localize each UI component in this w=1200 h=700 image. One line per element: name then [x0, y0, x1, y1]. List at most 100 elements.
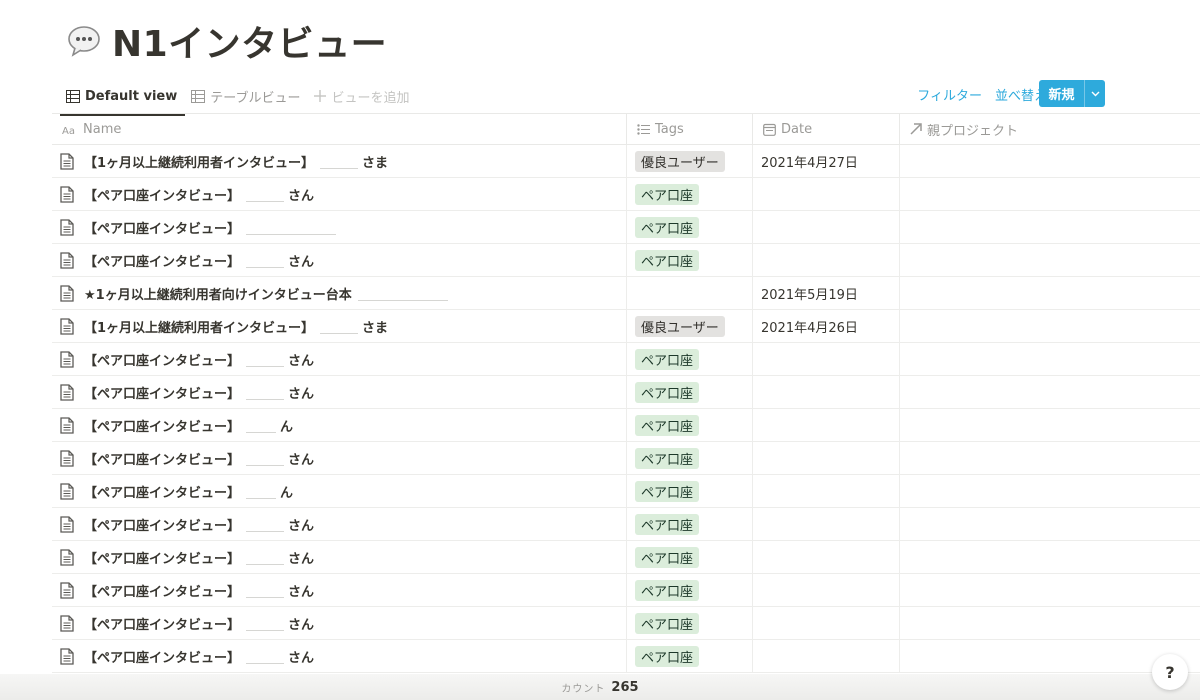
name-cell[interactable]: 【1ヶ月以上継続利用者インタビュー】 さま — [52, 310, 627, 342]
parent-project-cell[interactable] — [900, 475, 1200, 507]
date-cell[interactable]: 2021年4月26日 — [753, 310, 900, 342]
parent-project-cell[interactable] — [900, 310, 1200, 342]
name-cell[interactable]: 【ペア口座インタビュー】 さん — [52, 541, 627, 573]
date-cell[interactable] — [753, 475, 900, 507]
parent-project-cell[interactable] — [900, 409, 1200, 441]
tags-cell[interactable] — [627, 277, 753, 309]
table-row[interactable]: 【ペア口座インタビュー】 ん ペア口座 — [52, 409, 1200, 442]
date-cell[interactable] — [753, 442, 900, 474]
row-title[interactable]: 【1ヶ月以上継続利用者インタビュー】 さま — [84, 317, 388, 336]
row-title[interactable]: 【ペア口座インタビュー】 さん — [84, 449, 314, 468]
date-cell[interactable]: 2021年5月19日 — [753, 277, 900, 309]
tag-badge[interactable]: ペア口座 — [635, 249, 700, 271]
table-row[interactable]: 【ペア口座インタビュー】 さん ペア口座 — [52, 343, 1200, 376]
tag-badge[interactable]: ペア口座 — [635, 216, 700, 238]
name-cell[interactable]: ★1ヶ月以上継続利用者向けインタビュー台本 — [52, 277, 627, 309]
table-row[interactable]: 【ペア口座インタビュー】 さん ペア口座 — [52, 541, 1200, 574]
table-row[interactable]: 【ペア口座インタビュー】 ん ペア口座 — [52, 475, 1200, 508]
column-header-tags[interactable]: Tags — [627, 114, 753, 144]
column-header-name[interactable]: Aa Name — [52, 114, 627, 144]
date-cell[interactable] — [753, 541, 900, 573]
row-title[interactable]: 【ペア口座インタビュー】 さん — [84, 251, 314, 270]
table-row[interactable]: 【ペア口座インタビュー】 さん ペア口座 — [52, 607, 1200, 640]
tags-cell[interactable]: ペア口座 — [627, 541, 753, 573]
row-title[interactable]: 【ペア口座インタビュー】 さん — [84, 647, 314, 666]
column-header-parent-project[interactable]: 親プロジェクト — [900, 114, 1200, 144]
date-cell[interactable]: 2021年4月27日 — [753, 145, 900, 177]
name-cell[interactable]: 【ペア口座インタビュー】 — [52, 211, 627, 243]
tag-badge[interactable]: ペア口座 — [635, 183, 700, 205]
tag-badge[interactable]: ペア口座 — [635, 579, 700, 601]
row-title[interactable]: 【1ヶ月以上継続利用者インタビュー】 さま — [84, 152, 388, 171]
row-title[interactable]: 【ペア口座インタビュー】 さん — [84, 515, 314, 534]
tab-table-view[interactable]: テーブルビュー — [191, 81, 300, 111]
name-cell[interactable]: 【ペア口座インタビュー】 さん — [52, 178, 627, 210]
tag-badge[interactable]: ペア口座 — [635, 612, 700, 634]
name-cell[interactable]: 【ペア口座インタビュー】 さん — [52, 640, 627, 672]
parent-project-cell[interactable] — [900, 244, 1200, 276]
filter-button[interactable]: フィルター — [917, 85, 982, 104]
tag-badge[interactable]: ペア口座 — [635, 381, 700, 403]
name-cell[interactable]: 【1ヶ月以上継続利用者インタビュー】 さま — [52, 145, 627, 177]
row-title[interactable]: 【ペア口座インタビュー】 ん — [84, 482, 293, 501]
parent-project-cell[interactable] — [900, 376, 1200, 408]
tags-cell[interactable]: ペア口座 — [627, 574, 753, 606]
speech-bubble-icon[interactable] — [66, 23, 102, 59]
row-title[interactable]: 【ペア口座インタビュー】 ん — [84, 416, 293, 435]
date-cell[interactable] — [753, 409, 900, 441]
tag-badge[interactable]: 優良ユーザー — [635, 150, 725, 172]
table-row[interactable]: 【ペア口座インタビュー】 さん ペア口座 — [52, 442, 1200, 475]
table-row[interactable]: ★1ヶ月以上継続利用者向けインタビュー台本 2021年5月19日 — [52, 277, 1200, 310]
add-view-button[interactable]: ビューを追加 — [314, 81, 410, 111]
tab-default-view[interactable]: Default view — [59, 81, 186, 116]
tag-badge[interactable]: ペア口座 — [635, 348, 700, 370]
parent-project-cell[interactable] — [900, 508, 1200, 540]
name-cell[interactable]: 【ペア口座インタビュー】 ん — [52, 409, 627, 441]
row-title[interactable]: 【ペア口座インタビュー】 さん — [84, 185, 314, 204]
row-title[interactable]: 【ペア口座インタビュー】 さん — [84, 383, 314, 402]
tags-cell[interactable]: ペア口座 — [627, 607, 753, 639]
parent-project-cell[interactable] — [900, 442, 1200, 474]
date-cell[interactable] — [753, 508, 900, 540]
chevron-down-icon[interactable] — [1085, 80, 1105, 107]
tags-cell[interactable]: 優良ユーザー — [627, 145, 753, 177]
table-row[interactable]: 【ペア口座インタビュー】 さん ペア口座 — [52, 508, 1200, 541]
name-cell[interactable]: 【ペア口座インタビュー】 さん — [52, 508, 627, 540]
tag-badge[interactable]: ペア口座 — [635, 513, 700, 535]
table-row[interactable]: 【1ヶ月以上継続利用者インタビュー】 さま 優良ユーザー 2021年4月27日 — [52, 145, 1200, 178]
table-row[interactable]: 【ペア口座インタビュー】 さん ペア口座 — [52, 574, 1200, 607]
date-cell[interactable] — [753, 640, 900, 672]
tags-cell[interactable]: ペア口座 — [627, 508, 753, 540]
tag-badge[interactable]: ペア口座 — [635, 447, 700, 469]
tags-cell[interactable]: 優良ユーザー — [627, 310, 753, 342]
tag-badge[interactable]: 優良ユーザー — [635, 315, 725, 337]
table-row[interactable]: 【ペア口座インタビュー】 ペア口座 — [52, 211, 1200, 244]
tags-cell[interactable]: ペア口座 — [627, 475, 753, 507]
parent-project-cell[interactable] — [900, 607, 1200, 639]
date-cell[interactable] — [753, 376, 900, 408]
tag-badge[interactable]: ペア口座 — [635, 414, 700, 436]
name-cell[interactable]: 【ペア口座インタビュー】 さん — [52, 607, 627, 639]
row-title[interactable]: 【ペア口座インタビュー】 さん — [84, 350, 314, 369]
help-button[interactable]: ? — [1152, 654, 1188, 690]
column-header-date[interactable]: Date — [753, 114, 900, 144]
parent-project-cell[interactable] — [900, 541, 1200, 573]
date-cell[interactable] — [753, 343, 900, 375]
tags-cell[interactable]: ペア口座 — [627, 442, 753, 474]
tags-cell[interactable]: ペア口座 — [627, 343, 753, 375]
date-cell[interactable] — [753, 211, 900, 243]
table-row[interactable]: 【1ヶ月以上継続利用者インタビュー】 さま 優良ユーザー 2021年4月26日 — [52, 310, 1200, 343]
parent-project-cell[interactable] — [900, 343, 1200, 375]
date-cell[interactable] — [753, 574, 900, 606]
date-cell[interactable] — [753, 244, 900, 276]
row-title[interactable]: 【ペア口座インタビュー】 さん — [84, 548, 314, 567]
row-title[interactable]: 【ペア口座インタビュー】 さん — [84, 581, 314, 600]
tag-badge[interactable]: ペア口座 — [635, 480, 700, 502]
tags-cell[interactable]: ペア口座 — [627, 244, 753, 276]
tags-cell[interactable]: ペア口座 — [627, 409, 753, 441]
tag-badge[interactable]: ペア口座 — [635, 546, 700, 568]
name-cell[interactable]: 【ペア口座インタビュー】 さん — [52, 376, 627, 408]
row-title[interactable]: 【ペア口座インタビュー】 — [84, 218, 340, 237]
parent-project-cell[interactable] — [900, 178, 1200, 210]
tag-badge[interactable]: ペア口座 — [635, 645, 700, 667]
